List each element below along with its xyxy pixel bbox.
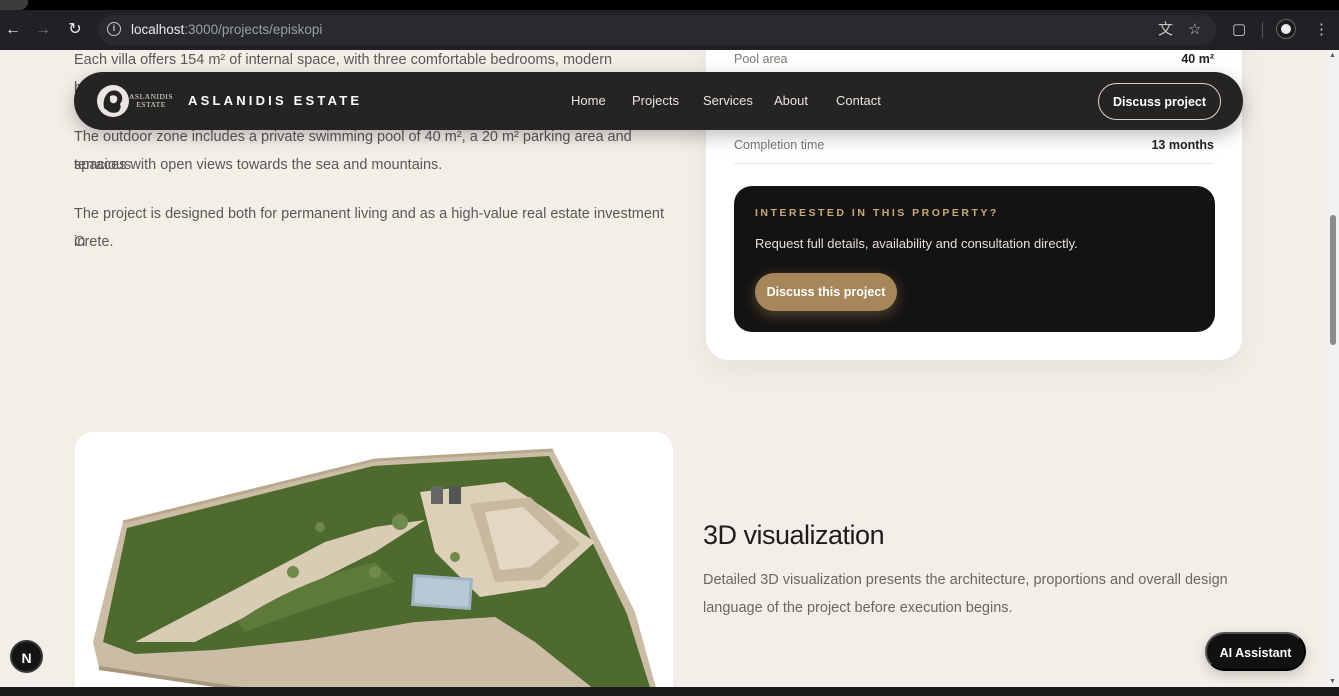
interest-cta-card: INTERESTED IN THIS PROPERTY? Request ful… bbox=[734, 186, 1215, 332]
tab-edge bbox=[0, 0, 28, 10]
description-paragraph-2-line-2: terraces with open views towards the sea… bbox=[74, 157, 443, 173]
description-paragraph-3-line-2: Crete. bbox=[74, 234, 114, 250]
scroll-up-icon[interactable]: ▲ bbox=[1329, 52, 1336, 59]
3d-site-render-image bbox=[75, 432, 673, 687]
ai-assistant-button[interactable]: AI Assistant bbox=[1205, 632, 1306, 671]
spec-row-completion-time: Completion time 13 months bbox=[734, 130, 1214, 164]
scrollbar-thumb[interactable] bbox=[1330, 215, 1336, 345]
spec-value: 13 months bbox=[1151, 138, 1214, 152]
nextjs-dev-badge[interactable]: N bbox=[10, 640, 43, 673]
spec-label: Pool area bbox=[734, 52, 788, 66]
site-header: ASLANIDIS ESTATE ASLANIDIS ESTATE Home P… bbox=[74, 72, 1243, 130]
visualization-image-card bbox=[75, 432, 673, 687]
reload-icon[interactable]: ↻ bbox=[65, 20, 85, 40]
page-content: Each villa offers 154 m² of internal spa… bbox=[0, 50, 1327, 687]
logo-wordmark: ASLANIDIS ESTATE bbox=[129, 92, 174, 109]
spec-value: 40 m² bbox=[1181, 52, 1214, 66]
discuss-this-project-button[interactable]: Discuss this project bbox=[755, 273, 897, 311]
nav-projects[interactable]: Projects bbox=[632, 93, 679, 108]
bottom-edge bbox=[0, 687, 1339, 696]
visualization-title: 3D visualization bbox=[703, 520, 885, 550]
visualization-description: Detailed 3D visualization presents the a… bbox=[703, 572, 1228, 616]
page-scrollbar[interactable]: ▲ ▼ bbox=[1327, 50, 1339, 687]
cta-description: Request full details, availability and c… bbox=[755, 236, 1078, 251]
nav-home[interactable]: Home bbox=[571, 93, 606, 108]
nav-services[interactable]: Services bbox=[703, 93, 753, 108]
browser-chrome: ← → ↻ i localhost:3000/projects/episkopi… bbox=[0, 0, 1339, 50]
site-info-icon[interactable]: i bbox=[107, 22, 121, 36]
url-text[interactable]: localhost:3000/projects/episkopi bbox=[131, 22, 322, 37]
tab-strip bbox=[0, 0, 1339, 10]
scroll-down-icon[interactable]: ▼ bbox=[1329, 678, 1336, 685]
spec-label: Completion time bbox=[734, 138, 825, 152]
menu-kebab-icon[interactable]: ⋮ bbox=[1314, 20, 1329, 40]
translate-icon[interactable]: 文 bbox=[1158, 20, 1173, 40]
nav-contact[interactable]: Contact bbox=[836, 93, 881, 108]
profile-avatar[interactable] bbox=[1277, 20, 1295, 38]
back-arrow-icon[interactable]: ← bbox=[3, 20, 23, 40]
brand-name[interactable]: ASLANIDIS ESTATE bbox=[188, 93, 362, 108]
extensions-icon[interactable]: ▢ bbox=[1232, 20, 1246, 40]
discuss-project-button[interactable]: Discuss project bbox=[1098, 83, 1221, 120]
toolbar-divider bbox=[1262, 22, 1263, 38]
nav-about[interactable]: About bbox=[774, 93, 808, 108]
cta-eyebrow: INTERESTED IN THIS PROPERTY? bbox=[755, 207, 999, 219]
bookmark-star-icon[interactable]: ☆ bbox=[1188, 20, 1201, 40]
lion-logo-icon[interactable] bbox=[94, 82, 132, 120]
forward-arrow-icon[interactable]: → bbox=[33, 20, 53, 40]
